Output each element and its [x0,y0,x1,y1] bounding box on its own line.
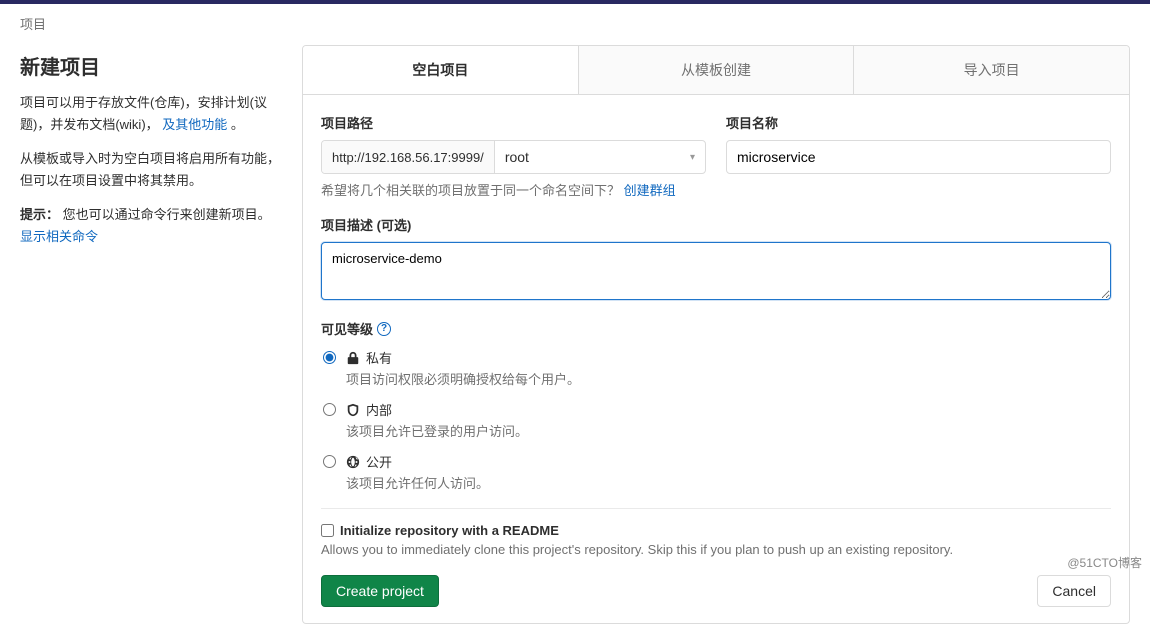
readme-checkbox-label[interactable]: Initialize repository with a README [321,523,1111,538]
project-url-prefix: http://192.168.56.17:9999/ [322,141,495,173]
label: Initialize repository with a README [340,523,559,538]
tab-blank-project[interactable]: 空白项目 [303,46,578,94]
chevron-down-icon: ▾ [690,152,695,163]
other-features-link[interactable]: 及其他功能 [162,117,227,132]
project-name-group: 项目名称 [726,113,1111,199]
text: 。 [231,117,244,132]
visibility-group: 可见等级 ? 私有 项目访问权限必须明确授权给每个用户。 [321,319,1111,492]
visibility-label: 可见等级 ? [321,319,1111,338]
opt-head: 公开 [346,452,489,471]
form-panel: 项目路径 http://192.168.56.17:9999/ root ▾ 希… [302,95,1130,624]
project-name-input[interactable] [726,140,1111,174]
visibility-radio-public[interactable] [323,455,336,468]
visibility-radio-internal[interactable] [323,403,336,416]
tip-text: 您也可以通过命令行来创建新项目。 [63,207,271,222]
sidebar-desc-2: 从模板或导入时为空白项目将启用所有功能，但可以在项目设置中将其禁用。 [20,148,280,192]
tabs: 空白项目 从模板创建 导入项目 [302,45,1130,95]
sidebar-tip: 提示： 您也可以通过命令行来创建新项目。 显示相关命令 [20,204,280,248]
create-project-button[interactable]: Create project [321,575,439,607]
desc: 项目访问权限必须明确授权给每个用户。 [346,369,580,388]
lock-icon [346,351,360,365]
main-form: 空白项目 从模板创建 导入项目 项目路径 http://192.168.56.1… [302,45,1130,624]
visibility-radio-private[interactable] [323,351,336,364]
breadcrumb[interactable]: 项目 [0,4,1150,37]
create-group-link[interactable]: 创建群组 [624,183,676,198]
namespace-value: root [505,149,529,165]
project-path-control: http://192.168.56.17:9999/ root ▾ [321,140,706,174]
visibility-option-internal[interactable]: 内部 该项目允许已登录的用户访问。 [321,400,1111,440]
tip-label: 提示： [20,207,59,222]
opt-body: 公开 该项目允许任何人访问。 [346,452,489,492]
label: 内部 [366,400,392,419]
label: 公开 [366,452,392,471]
shield-icon [346,403,360,417]
opt-body: 私有 项目访问权限必须明确授权给每个用户。 [346,348,580,388]
description-group: 项目描述 (可选) microservice-demo [321,215,1111,303]
readme-checkbox[interactable] [321,524,334,537]
readme-group: Initialize repository with a README Allo… [321,508,1111,557]
description-label: 项目描述 (可选) [321,215,1111,234]
project-path-group: 项目路径 http://192.168.56.17:9999/ root ▾ 希… [321,113,706,199]
watermark: @51CTO博客 [1067,554,1142,571]
desc: 该项目允许任何人访问。 [346,473,489,492]
sidebar: 新建项目 项目可以用于存放文件(仓库)，安排计划(议题)，并发布文档(wiki)… [20,45,280,624]
path-hint: 希望将几个相关联的项目放置于同一个命名空间下？ 创建群组 [321,180,706,199]
form-actions: Create project Cancel [321,575,1111,607]
description-textarea[interactable]: microservice-demo [321,242,1111,300]
desc: 该项目允许已登录的用户访问。 [346,421,528,440]
globe-icon [346,455,360,469]
visibility-option-private[interactable]: 私有 项目访问权限必须明确授权给每个用户。 [321,348,1111,388]
label: 私有 [366,348,392,367]
tab-create-from-template[interactable]: 从模板创建 [578,46,854,94]
show-command-link[interactable]: 显示相关命令 [20,229,98,244]
opt-head: 内部 [346,400,528,419]
project-name-label: 项目名称 [726,113,1111,132]
project-path-label: 项目路径 [321,113,706,132]
text: 希望将几个相关联的项目放置于同一个命名空间下？ [321,183,620,198]
opt-body: 内部 该项目允许已登录的用户访问。 [346,400,528,440]
text: 可见等级 [321,319,373,338]
namespace-select[interactable]: root ▾ [495,141,705,173]
tab-import-project[interactable]: 导入项目 [853,46,1129,94]
page-container: 新建项目 项目可以用于存放文件(仓库)，安排计划(议题)，并发布文档(wiki)… [0,37,1150,634]
page-title: 新建项目 [20,51,280,80]
readme-desc: Allows you to immediately clone this pro… [321,542,1111,557]
cancel-button[interactable]: Cancel [1037,575,1111,607]
help-icon[interactable]: ? [377,322,391,336]
visibility-option-public[interactable]: 公开 该项目允许任何人访问。 [321,452,1111,492]
opt-head: 私有 [346,348,580,367]
sidebar-desc-1: 项目可以用于存放文件(仓库)，安排计划(议题)，并发布文档(wiki)， 及其他… [20,92,280,136]
